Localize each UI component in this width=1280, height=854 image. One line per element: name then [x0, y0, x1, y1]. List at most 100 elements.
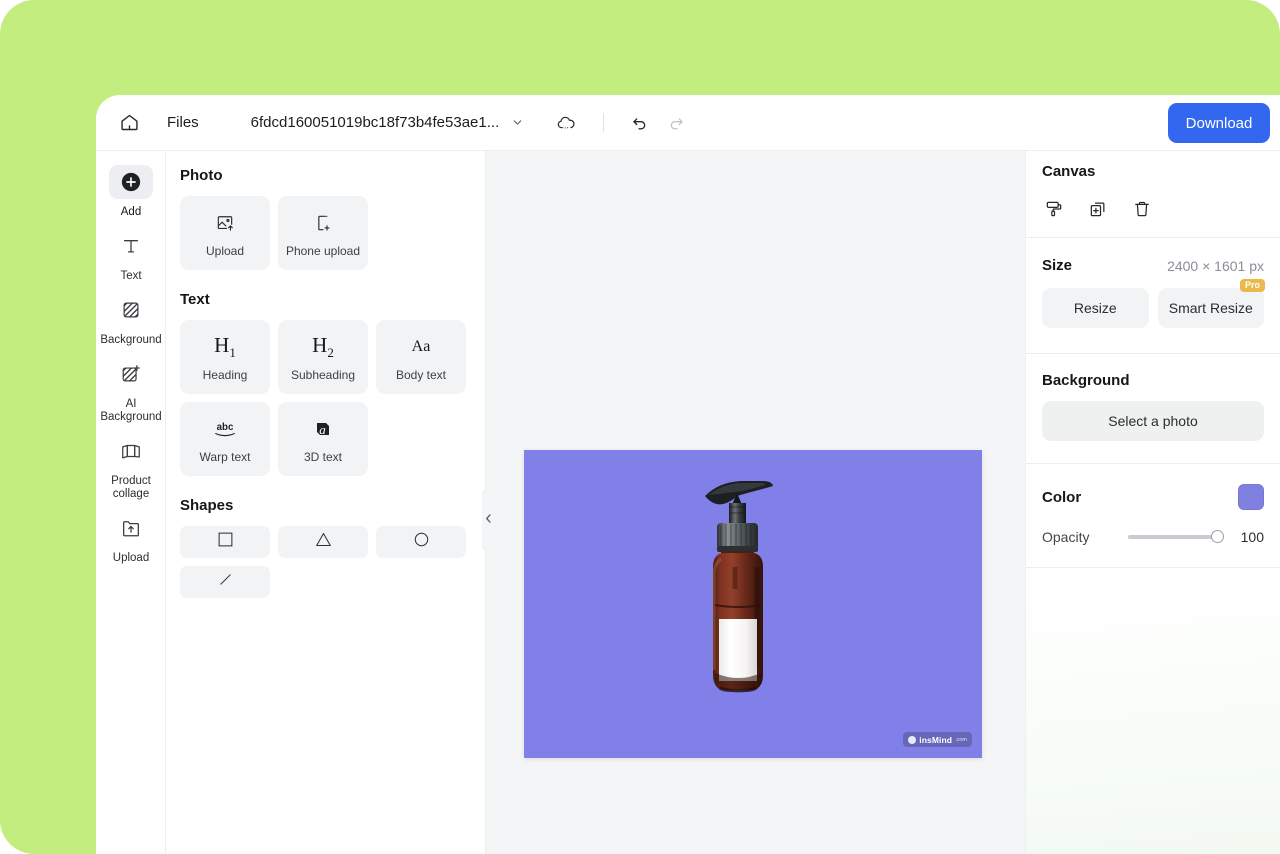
photo-section-title: Photo — [180, 167, 223, 184]
sidebar-item-text[interactable]: Text — [96, 219, 166, 283]
smart-resize-label: Smart Resize — [1168, 300, 1253, 316]
text-t-icon — [109, 229, 153, 263]
svg-text:a: a — [319, 422, 326, 437]
panel-divider-3 — [1026, 463, 1280, 464]
download-button[interactable]: Download — [1168, 103, 1270, 143]
canvas-action-icons — [1042, 197, 1264, 237]
heading-h1-icon: H1 — [214, 332, 236, 361]
shape-square[interactable] — [180, 526, 270, 558]
tile-subheading[interactable]: H2 Subheading — [278, 320, 368, 394]
select-a-photo-button[interactable]: Select a photo — [1042, 401, 1264, 441]
home-icon[interactable] — [114, 108, 144, 138]
size-row: Size 2400 × 1601 px — [1042, 257, 1264, 274]
cloud-sync-icon[interactable] — [556, 113, 576, 133]
svg-text:abc: abc — [217, 422, 234, 433]
sidebar-item-add[interactable]: Add — [96, 155, 166, 219]
undo-icon[interactable] — [630, 113, 649, 132]
collage-panels-icon — [109, 434, 153, 468]
sidebar-item-product-collage[interactable]: Product collage — [96, 424, 166, 501]
tile-label: Body text — [395, 368, 447, 382]
shape-tiles — [180, 526, 469, 598]
canvas-stage[interactable]: insMind .com — [486, 151, 1025, 854]
opacity-slider[interactable] — [1128, 530, 1224, 543]
sidebar-item-label: Text — [120, 270, 142, 282]
sidebar-item-label: Product collage — [111, 475, 151, 500]
phone-upload-icon — [313, 208, 333, 238]
resize-buttons: Resize Smart Resize Pro — [1042, 279, 1265, 328]
sidebar-item-ai-background[interactable]: AI Background — [96, 347, 166, 424]
size-value: 2400 × 1601 px — [1167, 257, 1264, 274]
resize-label: Resize — [1073, 300, 1117, 316]
tile-label: 3D text — [303, 450, 342, 464]
tile-phone-upload[interactable]: Phone upload — [278, 196, 368, 270]
panel-divider-4 — [1026, 567, 1280, 568]
sidebar-item-background[interactable]: Background — [96, 283, 166, 347]
line-shape-icon — [217, 571, 234, 593]
document-name[interactable]: 6fdcd160051019bc18f73b4fe53ae1... — [251, 114, 500, 131]
square-shape-icon — [217, 531, 234, 553]
delete-trash-icon[interactable] — [1130, 197, 1154, 221]
resize-button[interactable]: Resize — [1042, 288, 1149, 328]
tile-warp-text[interactable]: abc Warp text — [180, 402, 270, 476]
shapes-section-title: Shapes — [180, 497, 234, 514]
files-menu[interactable]: Files — [167, 114, 199, 131]
insmind-logo-icon — [908, 735, 917, 744]
hatch-square-icon — [109, 293, 153, 327]
text-section-title: Text — [180, 291, 210, 308]
circle-shape-icon — [413, 531, 430, 553]
opacity-value: 100 — [1240, 529, 1264, 545]
app-header: Files 6fdcd160051019bc18f73b4fe53ae1... … — [96, 95, 1280, 151]
background-label: Background — [1042, 372, 1130, 389]
tools-panel: Photo Upload Phone upload Text H1 Headin… — [167, 151, 486, 854]
smart-resize-button[interactable]: Smart Resize Pro — [1157, 279, 1265, 328]
panel-divider — [1026, 237, 1280, 238]
product-image[interactable] — [663, 455, 843, 745]
tile-heading[interactable]: H1 Heading — [180, 320, 270, 394]
size-label: Size — [1042, 257, 1073, 274]
header-divider — [603, 113, 605, 132]
plus-circle-icon — [109, 165, 153, 199]
tile-label: Heading — [202, 368, 248, 382]
watermark-text: insMind — [919, 734, 953, 745]
tile-3d-text[interactable]: a 3D text — [278, 402, 368, 476]
tile-upload[interactable]: Upload — [180, 196, 270, 270]
sidebar-item-label: Upload — [112, 552, 150, 564]
chevron-left-icon — [484, 511, 493, 529]
redo-icon[interactable] — [667, 113, 686, 132]
tile-label: Phone upload — [285, 244, 361, 258]
folder-upload-icon — [109, 511, 153, 545]
shape-triangle[interactable] — [278, 526, 368, 558]
tile-label: Upload — [205, 244, 245, 258]
opacity-row: Opacity 100 — [1042, 529, 1264, 545]
sidebar-item-upload[interactable]: Upload — [96, 501, 166, 565]
body-text-aa-icon: Aa — [411, 338, 431, 355]
text-tiles: H1 Heading H2 Subheading Aa Body text ab… — [180, 320, 469, 476]
pro-badge: Pro — [1239, 279, 1265, 292]
left-rail: Add Text Background AI Background Produc… — [96, 151, 166, 854]
paint-roller-icon[interactable] — [1042, 197, 1066, 221]
opacity-slider-knob[interactable] — [1211, 530, 1224, 543]
properties-panel: Canvas Size 2400 × 1601 px Resize Smart … — [1025, 151, 1280, 854]
panel-title: Canvas — [1042, 163, 1096, 180]
insmind-watermark: insMind .com — [903, 732, 972, 747]
tile-body-text[interactable]: Aa Body text — [376, 320, 466, 394]
heading-h2-icon: H2 — [312, 332, 334, 361]
shape-line[interactable] — [180, 566, 270, 598]
panel-collapse-handle[interactable] — [482, 490, 495, 550]
color-label: Color — [1042, 488, 1082, 506]
color-swatch[interactable] — [1238, 484, 1264, 510]
photo-tiles: Upload Phone upload — [180, 196, 469, 270]
image-upload-icon — [215, 208, 235, 238]
opacity-slider-fill — [1128, 535, 1224, 539]
artboard[interactable]: insMind .com — [524, 450, 982, 758]
sidebar-item-label: Background — [100, 334, 162, 346]
duplicate-page-icon[interactable] — [1086, 197, 1110, 221]
three-d-text-icon: a — [311, 414, 335, 444]
tile-label: Warp text — [199, 450, 251, 464]
opacity-label: Opacity — [1042, 529, 1090, 545]
shape-circle[interactable] — [376, 526, 466, 558]
chevron-down-icon[interactable] — [511, 116, 524, 129]
app-window: Files 6fdcd160051019bc18f73b4fe53ae1... … — [96, 95, 1280, 854]
sidebar-item-label: AI Background — [100, 398, 162, 423]
tile-label: Subheading — [290, 368, 356, 382]
